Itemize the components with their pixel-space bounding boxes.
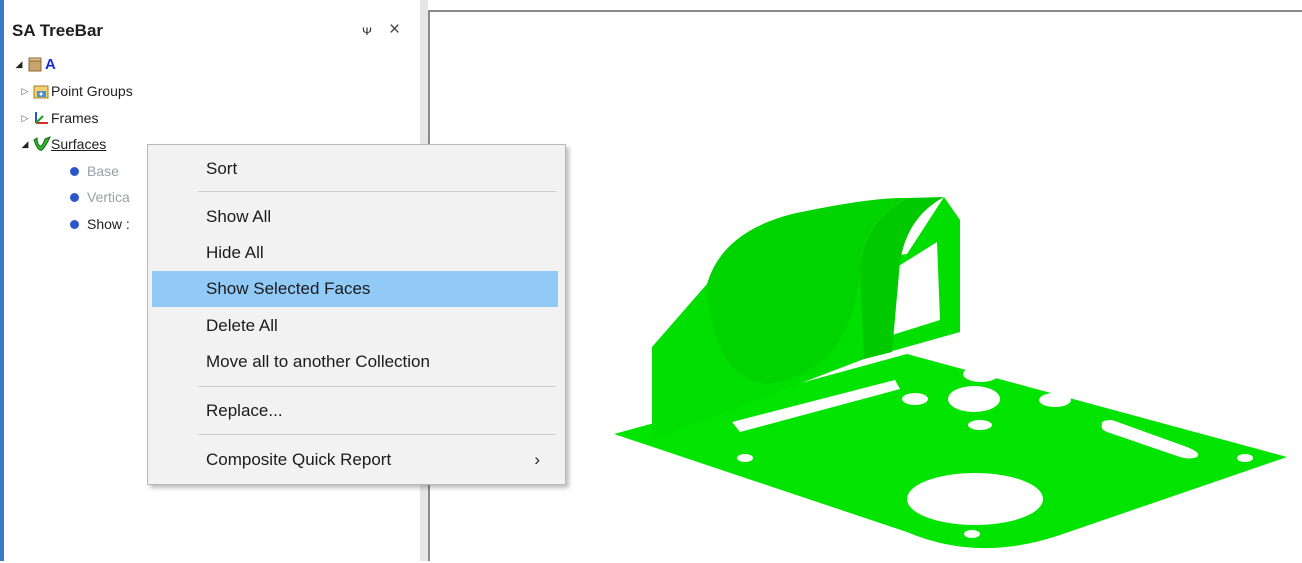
tree-node-label: Surfaces xyxy=(51,136,107,152)
tree-root-label: A xyxy=(45,55,56,73)
tree-root[interactable]: ◢ A xyxy=(14,54,56,74)
submenu-arrow-icon: › xyxy=(534,450,540,469)
menu-item-label: Sort xyxy=(206,159,238,178)
point-groups-icon xyxy=(33,83,49,99)
menu-item-show-selected-faces[interactable]: Show Selected Faces xyxy=(152,271,558,307)
context-menu: Sort Show All Hide All Show Selected Fac… xyxy=(147,144,566,485)
menu-item-label: Show All xyxy=(206,207,272,226)
expand-arrow-icon[interactable]: ▷ xyxy=(20,113,30,124)
pin-icon[interactable]: ᴪ xyxy=(362,22,372,38)
menu-separator xyxy=(198,191,556,192)
tree-node-point-groups[interactable]: ▷ Point Groups xyxy=(20,81,133,101)
menu-item-composite-quick-report[interactable]: Composite Quick Report › xyxy=(152,442,558,478)
menu-item-hide-all[interactable]: Hide All xyxy=(152,235,558,271)
treebar-title: SA TreeBar xyxy=(12,21,104,40)
menu-item-label: Delete All xyxy=(206,316,278,335)
treebar-header: SA TreeBar ᴪ × xyxy=(4,13,420,47)
expand-arrow-icon[interactable]: ▷ xyxy=(20,86,30,97)
menu-item-label: Replace... xyxy=(206,401,283,420)
menu-item-delete-all[interactable]: Delete All xyxy=(152,308,558,344)
surface-dot-icon xyxy=(70,166,79,176)
tree-node-frames[interactable]: ▷ Frames xyxy=(20,108,99,128)
surfaces-icon xyxy=(33,136,51,152)
collapse-arrow-icon[interactable]: ◢ xyxy=(14,59,24,70)
menu-item-label: Show Selected Faces xyxy=(206,279,371,298)
menu-item-sort[interactable]: Sort xyxy=(152,151,558,187)
close-icon[interactable]: × xyxy=(389,19,400,41)
tree-node-surfaces[interactable]: ◢ Surfaces xyxy=(20,134,107,154)
collection-icon xyxy=(27,56,43,72)
menu-item-move-all[interactable]: Move all to another Collection xyxy=(152,344,558,380)
tree-child-label: Vertica xyxy=(87,189,130,205)
tree-child-label: Show : xyxy=(87,216,130,232)
surface-dot-icon xyxy=(70,219,79,229)
menu-item-show-all[interactable]: Show All xyxy=(152,199,558,235)
menu-item-replace[interactable]: Replace... xyxy=(152,393,558,429)
tree-node-label: Point Groups xyxy=(51,83,133,99)
menu-item-label: Move all to another Collection xyxy=(206,352,430,371)
tree-child-show[interactable]: Show : xyxy=(70,214,130,234)
tree-child-base[interactable]: Base xyxy=(70,161,119,181)
collapse-arrow-icon[interactable]: ◢ xyxy=(20,139,30,150)
menu-separator xyxy=(198,386,556,387)
frames-icon xyxy=(33,110,49,126)
tree-node-label: Frames xyxy=(51,110,99,126)
tree-child-vertical[interactable]: Vertica xyxy=(70,187,130,207)
menu-item-label: Composite Quick Report xyxy=(206,450,392,469)
menu-separator xyxy=(198,434,556,435)
menu-item-label: Hide All xyxy=(206,243,264,262)
tree-child-label: Base xyxy=(87,163,119,179)
surface-dot-icon xyxy=(70,192,79,202)
